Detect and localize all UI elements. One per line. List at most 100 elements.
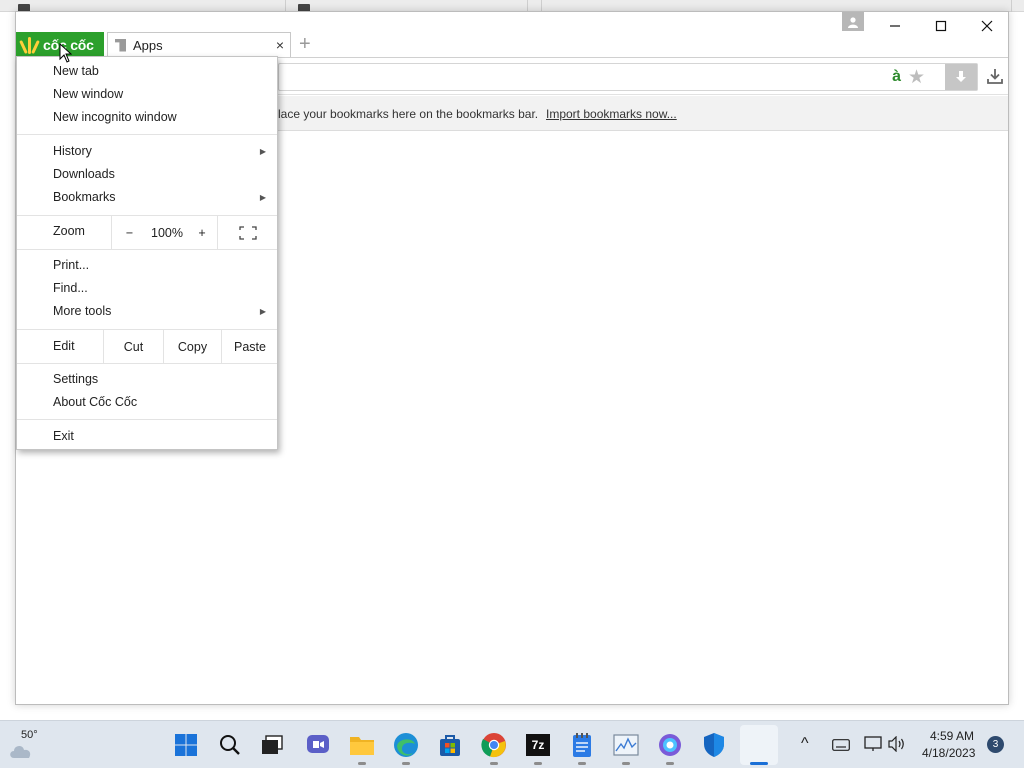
volume-button[interactable] bbox=[888, 735, 906, 757]
menu-item-about[interactable]: About Cốc Cốc bbox=[17, 391, 277, 414]
weather-temperature: 50° bbox=[21, 729, 38, 741]
running-indicator bbox=[402, 762, 410, 765]
keyboard-button[interactable] bbox=[832, 738, 850, 756]
running-indicator bbox=[534, 762, 542, 765]
minimize-button[interactable] bbox=[872, 14, 918, 38]
menu-item-downloads[interactable]: Downloads bbox=[17, 163, 277, 186]
7zip-icon: 7z bbox=[526, 734, 550, 756]
clock-date[interactable]: 4/18/2023 bbox=[922, 746, 975, 760]
cloud-icon bbox=[10, 745, 31, 758]
edge-browser-icon bbox=[394, 733, 418, 757]
windows-start-icon bbox=[175, 734, 197, 756]
active-window-indicator bbox=[750, 762, 768, 765]
menu-item-new-tab[interactable]: New tab bbox=[17, 60, 277, 83]
coccoc-dictionary-badge[interactable]: à bbox=[892, 68, 901, 86]
search-icon bbox=[220, 735, 240, 755]
submenu-arrow-icon: ▶ bbox=[259, 307, 266, 316]
chrome-browser-icon bbox=[481, 733, 506, 758]
clock-time[interactable]: 4:59 AM bbox=[930, 729, 974, 743]
task-view-button[interactable] bbox=[258, 731, 286, 759]
maximize-button[interactable] bbox=[918, 14, 964, 38]
chat-button[interactable] bbox=[304, 731, 332, 759]
menu-divider bbox=[17, 419, 277, 420]
taskbar: 50° 7z ^ 4:59 AM 4/18/2023 3 bbox=[0, 720, 1024, 768]
notepad-button[interactable] bbox=[568, 731, 596, 765]
bookmark-star-icon[interactable]: ★ bbox=[908, 66, 925, 89]
page-icon bbox=[115, 38, 126, 52]
copy-button[interactable]: Copy bbox=[163, 330, 221, 363]
submenu-arrow-icon: ▶ bbox=[259, 193, 266, 202]
chrome-button[interactable] bbox=[480, 731, 508, 765]
file-explorer-icon bbox=[350, 737, 374, 755]
coccoc-taskbar-button[interactable] bbox=[740, 725, 778, 765]
resource-monitor-icon bbox=[613, 734, 639, 756]
edit-row: Edit Cut Copy Paste bbox=[17, 330, 277, 363]
fullscreen-icon bbox=[239, 225, 257, 240]
show-hidden-icons-button[interactable]: ^ bbox=[801, 735, 809, 753]
menu-item-find[interactable]: Find... bbox=[17, 277, 277, 300]
cut-button[interactable]: Cut bbox=[103, 330, 163, 363]
photos-button[interactable] bbox=[656, 731, 684, 765]
menu-divider bbox=[17, 249, 277, 250]
7zip-button[interactable]: 7z bbox=[524, 731, 552, 765]
running-indicator bbox=[578, 762, 586, 765]
zoom-label: Zoom bbox=[53, 224, 85, 238]
paste-button[interactable]: Paste bbox=[221, 330, 278, 363]
menu-item-bookmarks[interactable]: Bookmarks ▶ bbox=[17, 186, 277, 209]
edit-label: Edit bbox=[53, 339, 75, 353]
taskbar-search-button[interactable] bbox=[216, 731, 244, 759]
close-window-button[interactable] bbox=[964, 14, 1008, 38]
background-window-edge bbox=[1011, 0, 1012, 12]
zoom-out-button[interactable]: − bbox=[111, 216, 147, 249]
file-explorer-button[interactable] bbox=[348, 731, 376, 765]
browser-main-menu: New tab New window New incognito window … bbox=[16, 56, 278, 450]
tab-close-icon[interactable]: × bbox=[276, 36, 284, 54]
weather-widget[interactable]: 50° bbox=[6, 725, 46, 765]
maximize-icon bbox=[935, 20, 947, 32]
download-arrow-icon bbox=[956, 71, 966, 82]
network-button[interactable] bbox=[864, 736, 882, 757]
title-bar: cốc cốc Apps × + bbox=[16, 12, 1008, 57]
menu-item-more-tools[interactable]: More tools ▶ bbox=[17, 300, 277, 323]
start-button[interactable] bbox=[172, 731, 200, 759]
savior-download-button[interactable] bbox=[945, 64, 977, 90]
address-input[interactable]: à ★ bbox=[278, 63, 978, 91]
downloads-button[interactable] bbox=[984, 65, 1006, 87]
menu-item-label: History bbox=[53, 144, 92, 158]
zoom-in-button[interactable]: + bbox=[187, 216, 217, 249]
download-icon bbox=[987, 69, 1003, 84]
person-icon bbox=[848, 16, 858, 28]
tab-apps[interactable]: Apps × bbox=[107, 32, 291, 57]
running-indicator bbox=[358, 762, 366, 765]
menu-divider bbox=[17, 134, 277, 135]
profile-button[interactable] bbox=[842, 12, 864, 31]
menu-item-exit[interactable]: Exit bbox=[17, 425, 277, 448]
resource-monitor-button[interactable] bbox=[612, 731, 640, 765]
close-icon bbox=[981, 20, 993, 32]
zoom-row: Zoom − 100% + bbox=[17, 216, 277, 249]
network-icon bbox=[864, 736, 882, 751]
new-tab-button[interactable]: + bbox=[299, 33, 311, 55]
tab-title: Apps bbox=[133, 37, 163, 53]
coccoc-logo-icon bbox=[19, 35, 40, 55]
keyboard-icon bbox=[832, 739, 850, 751]
menu-divider bbox=[17, 363, 277, 364]
zoom-level: 100% bbox=[151, 225, 183, 240]
store-button[interactable] bbox=[436, 731, 464, 759]
running-indicator bbox=[490, 762, 498, 765]
menu-item-new-window[interactable]: New window bbox=[17, 83, 277, 106]
menu-item-settings[interactable]: Settings bbox=[17, 368, 277, 391]
volume-icon bbox=[888, 735, 904, 753]
defender-button[interactable] bbox=[700, 731, 728, 759]
store-icon bbox=[440, 735, 460, 756]
fullscreen-button[interactable] bbox=[217, 216, 278, 249]
menu-item-print[interactable]: Print... bbox=[17, 254, 277, 277]
defender-shield-icon bbox=[704, 733, 724, 757]
bookmarks-bar-hint: lace your bookmarks here on the bookmark… bbox=[278, 107, 539, 121]
menu-item-history[interactable]: History ▶ bbox=[17, 140, 277, 163]
mouse-cursor-icon bbox=[59, 43, 72, 63]
notification-badge[interactable]: 3 bbox=[987, 736, 1004, 753]
import-bookmarks-link[interactable]: Import bookmarks now... bbox=[546, 107, 677, 121]
edge-button[interactable] bbox=[392, 731, 420, 765]
menu-item-new-incognito[interactable]: New incognito window bbox=[17, 106, 277, 129]
